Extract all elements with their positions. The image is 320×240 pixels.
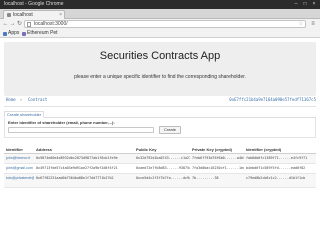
identifier-crypted-cell: fab8db6fc1389f71......e4fc9f71: [246, 156, 308, 160]
page-subtitle: please enter a unique specific identifie…: [74, 74, 246, 80]
tab-create-shareholder[interactable]: Create shareholder: [4, 111, 45, 118]
breadcrumb: Home » Contract 0xE7ffc21b4a9e7164a098e5…: [4, 96, 316, 105]
breadcrumb-home-link[interactable]: Home: [6, 97, 16, 103]
public-key-cell: 0x32d792d1ba0743......c1a23bf8e: [136, 156, 190, 160]
browser-tab[interactable]: localhost ×: [3, 10, 65, 19]
breadcrumb-contract-link[interactable]: Contract: [28, 97, 47, 103]
bookmark-apps[interactable]: Apps: [3, 30, 19, 37]
public-key-cell: 0xaed72e7fb8d83......93875ab: [136, 166, 190, 170]
tab-close-icon[interactable]: ×: [59, 12, 62, 18]
bookmark-label: Apps: [8, 30, 20, 36]
maximize-button[interactable]: □: [301, 1, 309, 8]
close-window-button[interactable]: ×: [310, 1, 318, 8]
table-row: toto@privatenet@yconso.com 0x67f82251aad…: [4, 174, 316, 188]
ethereum-icon: [22, 31, 26, 36]
private-key-cell: 7b.........38: [192, 176, 219, 180]
identifier-crypted-cell: b4ebd6f1c589f5fd......ead0f02: [246, 166, 306, 170]
address-cell: 0x67f82251aad0b7364ba88e1f7dd7771b27b2: [36, 176, 114, 180]
column-header: Identifier (crypted): [246, 147, 282, 152]
column-header: Identifier: [6, 147, 23, 152]
identifier-input[interactable]: [8, 127, 154, 133]
window-controls: – □ ×: [292, 1, 318, 8]
divider: [4, 106, 316, 107]
page-title: Securities Contracts App: [99, 50, 221, 62]
window-title: localhost - Google Chrome: [4, 1, 64, 7]
page-info-icon[interactable]: [27, 22, 31, 27]
column-header: Private Key (crypted): [192, 147, 233, 152]
reload-icon[interactable]: ↻: [16, 20, 23, 28]
contract-address[interactable]: 0xE7ffc21b4a9e7164a098e57fedf71367c5: [229, 97, 316, 103]
private-key-cell: 7feb6f793d76f6b0......a4bf9ad7: [192, 156, 244, 160]
address-cell: 0x9874e00e4e8932dbc2873d9877ab1f8cb1fe9e: [36, 156, 118, 160]
bookmarks-bar: Apps Ethereum Pet: [0, 29, 320, 38]
back-arrow-icon[interactable]: ←: [2, 20, 9, 28]
identifier-crypted-cell: c79ed8b2cb6c1c2......d1b1f1cb: [246, 176, 306, 180]
column-header: Public Key: [136, 147, 157, 152]
tab-label: localhost: [13, 12, 33, 18]
identifier-cell[interactable]: toto@privatenet@yconso.com: [6, 176, 34, 181]
chrome-menu-icon[interactable]: ≡: [309, 20, 317, 28]
table-row: john@gmail.com 0x49713fde57c4a03e9d91ae2…: [4, 164, 316, 174]
forward-arrow-icon[interactable]: →: [9, 20, 16, 28]
shareholders-table: Identifier Address Public Key Private Ke…: [4, 146, 316, 188]
table-row: john@beerco.fr 0x9874e00e4e8932dbc2873d9…: [4, 154, 316, 164]
url-text[interactable]: localhost:3000/: [34, 21, 68, 28]
identifier-field-label: Enter identifier of shareholder (email, …: [8, 120, 115, 125]
address-cell: 0x49713fde57c4a03e9d91ae27f2a9bf2d8f4f21: [36, 166, 118, 170]
apps-icon: [3, 31, 7, 36]
minimize-button[interactable]: –: [292, 1, 300, 8]
panel-tabs: Create shareholder: [4, 111, 316, 118]
page-favicon-icon: [7, 13, 11, 17]
column-header: Address: [36, 147, 53, 152]
private-key-cell: 7fa3d0bac16230cf1......1ea4f7bd: [192, 166, 244, 170]
bookmark-label: Ethereum Pet: [27, 30, 58, 36]
tab-strip: localhost ×: [0, 9, 320, 19]
identifier-cell[interactable]: john@beerco.fr: [6, 156, 34, 161]
table-header: Identifier Address Public Key Private Ke…: [4, 146, 316, 154]
address-bar[interactable]: localhost:3000/ ☆: [24, 20, 306, 28]
create-button[interactable]: Create: [159, 126, 181, 134]
bookmark-star-icon[interactable]: ☆: [299, 21, 303, 28]
identifier-cell[interactable]: john@gmail.com: [6, 166, 34, 171]
create-shareholder-panel: Enter identifier of shareholder (email, …: [4, 118, 316, 138]
jumbotron: Securities Contracts App please enter a …: [4, 42, 316, 96]
page-content: Securities Contracts App please enter a …: [0, 38, 320, 240]
public-key-cell: 0xce5d4c2f3f7b7fa......dc9ab91f: [136, 176, 190, 180]
window-titlebar: localhost - Google Chrome – □ ×: [0, 0, 320, 9]
bookmark-ethereum-pet[interactable]: Ethereum Pet: [22, 30, 58, 37]
breadcrumb-separator: »: [20, 97, 23, 102]
browser-toolbar: ← → ↻ localhost:3000/ ☆ ≡: [0, 19, 320, 29]
